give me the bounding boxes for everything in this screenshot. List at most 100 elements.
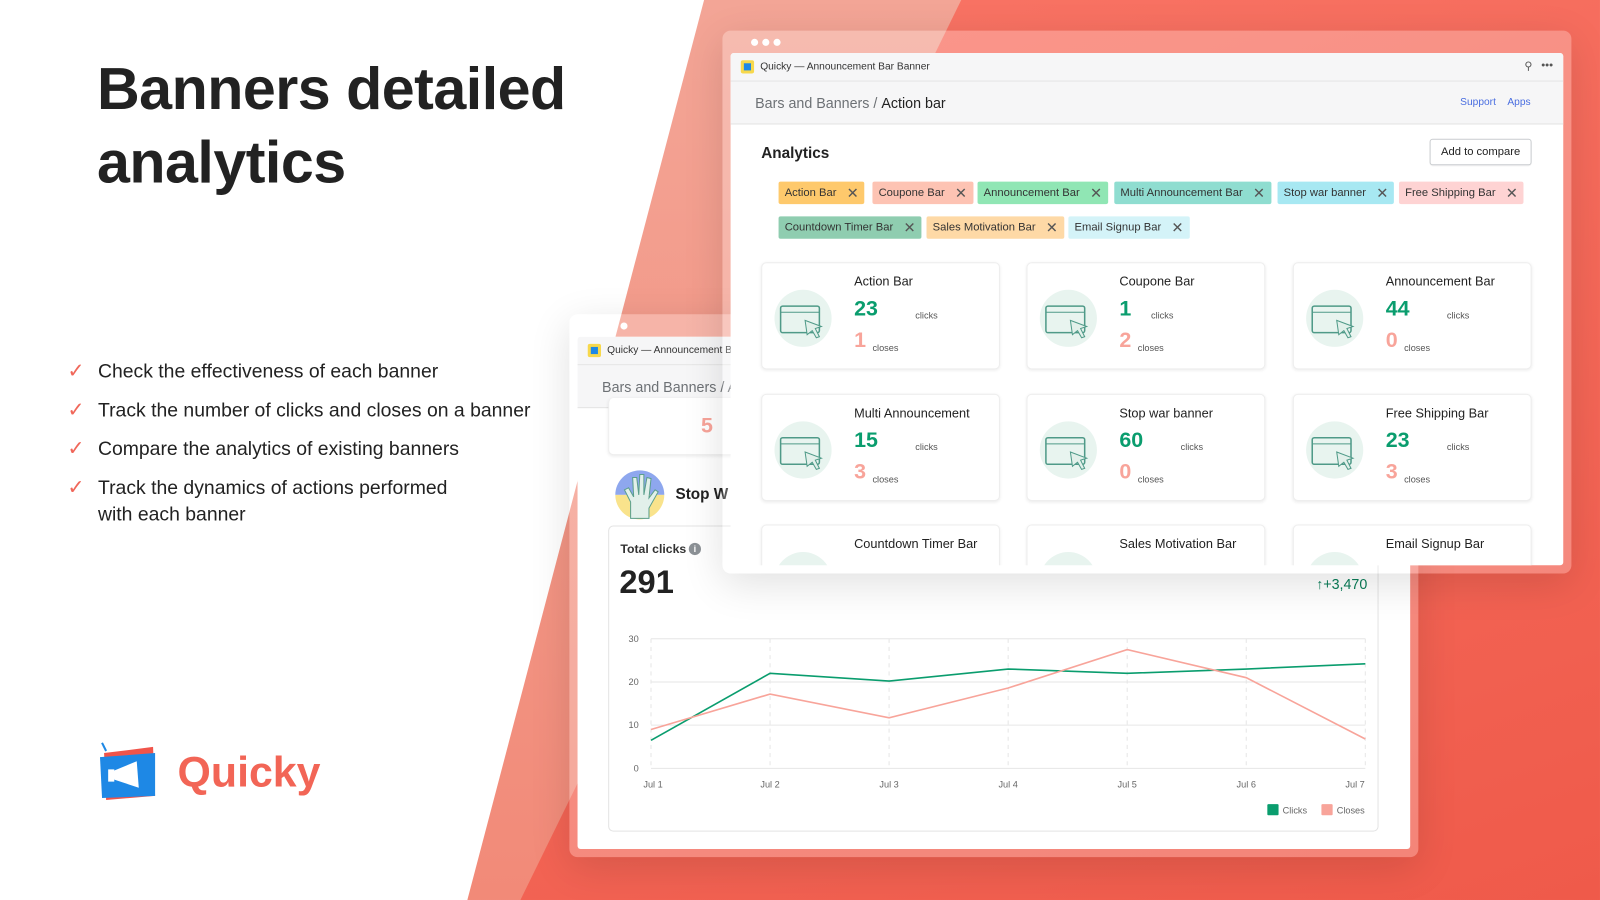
card-name: Sales Motivation Bar xyxy=(1119,536,1237,552)
banner-name: Stop W xyxy=(675,485,729,504)
closes-count: 1 xyxy=(854,328,867,353)
banner-card[interactable]: Announcement Bar 44 clicks 0 closes xyxy=(1292,262,1532,370)
clicks-count: 15 xyxy=(854,428,878,453)
card-name: Multi Announcement xyxy=(854,406,970,421)
clicks-unit: clicks xyxy=(1446,310,1470,321)
stop-hand-icon xyxy=(1039,421,1097,479)
close-icon[interactable]: ✕ xyxy=(903,219,915,236)
feature-text: with each banner xyxy=(97,503,246,525)
banner-card[interactable]: Sales Motivation Bar xyxy=(1026,524,1266,566)
y-tick-label: 0 xyxy=(634,763,639,773)
clicks-count: 23 xyxy=(854,296,878,321)
closes-unit: closes xyxy=(1137,474,1164,485)
x-tick-label: Jul 2 xyxy=(760,780,779,790)
legend-label: Clicks xyxy=(1283,805,1308,815)
closes-count: 0 xyxy=(1385,328,1398,353)
check-icon: ✓ xyxy=(67,476,85,499)
filter-tag: Multi Announcement Bar ✕ xyxy=(1114,181,1272,205)
filter-tag: Free Shipping Bar ✕ xyxy=(1398,181,1524,205)
total-label: Total clicks xyxy=(620,541,687,557)
card-name: Countdown Timer Bar xyxy=(854,536,978,552)
clicks-count: 1 xyxy=(1119,296,1132,321)
closes-unit: closes xyxy=(872,342,899,354)
y-tick-label: 20 xyxy=(629,677,639,687)
window-title: Quicky — Announcement Ba xyxy=(607,344,738,357)
support-link[interactable]: Support xyxy=(1460,97,1496,108)
tag-label: Sales Motivation Bar xyxy=(932,221,1036,234)
close-icon[interactable]: ✕ xyxy=(1506,184,1518,201)
browser-click-icon xyxy=(774,289,832,347)
app-favicon xyxy=(587,343,602,358)
feature-item: ✓ Check the effectiveness of each banner xyxy=(67,359,530,385)
clicks-unit: clicks xyxy=(915,310,938,321)
closes-count: 5 xyxy=(701,414,713,438)
clicks-unit: clicks xyxy=(1446,441,1470,453)
line-chart: 0 10 20 30 Jul 1 Jul 2 Jul 3 Jul 4 Jul 5 Jul 6 Jul… xyxy=(629,634,1366,816)
check-icon: ✓ xyxy=(67,360,85,383)
tag-label: Action Bar xyxy=(784,186,837,199)
arrow-up-icon: ↑ xyxy=(1316,575,1324,592)
info-icon[interactable]: i xyxy=(688,542,702,556)
tag-label: Free Shipping Bar xyxy=(1405,186,1496,199)
stop-hand-icon xyxy=(615,470,665,520)
legend-label: Closes xyxy=(1337,805,1365,815)
breadcrumb-current: Action bar xyxy=(881,94,946,111)
breadcrumb-text[interactable]: Bars and Banners / A xyxy=(602,378,737,394)
breadcrumb: Bars and Banners / Action bar Support Ap… xyxy=(730,81,1564,125)
card-name: Announcement Bar xyxy=(1385,274,1495,289)
banner-card[interactable]: Stop war banner 60 clicks 0 closes xyxy=(1026,393,1266,502)
y-tick-label: 10 xyxy=(629,720,639,730)
y-tick-label: 30 xyxy=(629,634,639,644)
close-icon[interactable]: ✕ xyxy=(1171,219,1183,236)
stage: Banners detailed analytics ✓ Check the eff… xyxy=(0,0,1600,900)
title-line: Banners detailed xyxy=(96,56,566,123)
closes-unit: closes xyxy=(872,474,899,485)
closes-count: 3 xyxy=(1385,460,1398,484)
close-icon[interactable]: ✕ xyxy=(847,184,859,201)
close-icon[interactable]: ✕ xyxy=(1046,219,1058,236)
feature-item: ✓ Track the number of clicks and closes o… xyxy=(67,398,530,424)
front-window: Quicky — Announcement Bar Banner ⚲ ••• B… xyxy=(722,30,1572,574)
add-to-compare-button[interactable]: Add to compare xyxy=(1429,138,1532,166)
pin-icon[interactable]: ⚲ xyxy=(1524,59,1532,72)
tag-label: Email Signup Bar xyxy=(1074,221,1162,234)
breadcrumb-parent[interactable]: Bars and Banners xyxy=(755,94,869,110)
close-icon[interactable]: ✕ xyxy=(1090,184,1102,201)
hero-title: Banners detailed analytics xyxy=(97,53,566,200)
tag-label: Countdown Timer Bar xyxy=(784,221,894,234)
close-icon[interactable]: ✕ xyxy=(1253,184,1265,201)
tag-label: Multi Announcement Bar xyxy=(1120,186,1243,199)
delta: ↑+3,470 xyxy=(1316,576,1367,592)
banner-card[interactable]: Coupone Bar 1 clicks 2 closes xyxy=(1026,262,1266,370)
clicks-count: 23 xyxy=(1385,428,1410,453)
app-favicon xyxy=(740,60,755,74)
feature-text: Check the effectiveness of each banner xyxy=(97,361,439,383)
banner-card[interactable]: Countdown Timer Bar xyxy=(761,524,1000,566)
banner-card[interactable]: Free Shipping Bar 23 clicks 3 closes xyxy=(1292,393,1532,502)
close-icon[interactable]: ✕ xyxy=(955,184,967,201)
feature-item: ✓ Compare the analytics of existing banne… xyxy=(67,437,530,463)
apps-link[interactable]: Apps xyxy=(1507,97,1530,108)
banner-card[interactable]: Action Bar 23 clicks 1 closes xyxy=(761,262,1000,370)
x-tick-label: Jul 4 xyxy=(998,780,1017,790)
filter-tag: Action Bar ✕ xyxy=(778,181,865,205)
banner-card[interactable]: Email Signup Bar xyxy=(1292,524,1532,566)
window-dots xyxy=(597,322,628,330)
closes-count: 2 xyxy=(1119,328,1132,353)
clicks-unit: clicks xyxy=(915,441,938,453)
clicks-unit: clicks xyxy=(1151,310,1174,321)
brand-logo: Quicky xyxy=(98,741,320,804)
megaphone-icon xyxy=(1306,289,1364,347)
tag-label: Announcement Bar xyxy=(983,186,1080,199)
paper-plane-icon xyxy=(1306,552,1364,566)
close-icon[interactable]: ✕ xyxy=(1376,184,1388,201)
card-name: Email Signup Bar xyxy=(1385,536,1485,552)
x-tick-label: Jul 6 xyxy=(1237,780,1256,790)
section-title: Analytics xyxy=(761,144,830,163)
check-icon: ✓ xyxy=(67,437,85,461)
banner-card[interactable]: Multi Announcement 15 clicks 3 closes xyxy=(761,393,1000,502)
card-name: Stop war banner xyxy=(1119,406,1213,421)
card-name: Action Bar xyxy=(854,274,913,289)
more-icon[interactable]: ••• xyxy=(1541,59,1553,71)
card-name: Free Shipping Bar xyxy=(1385,406,1489,421)
